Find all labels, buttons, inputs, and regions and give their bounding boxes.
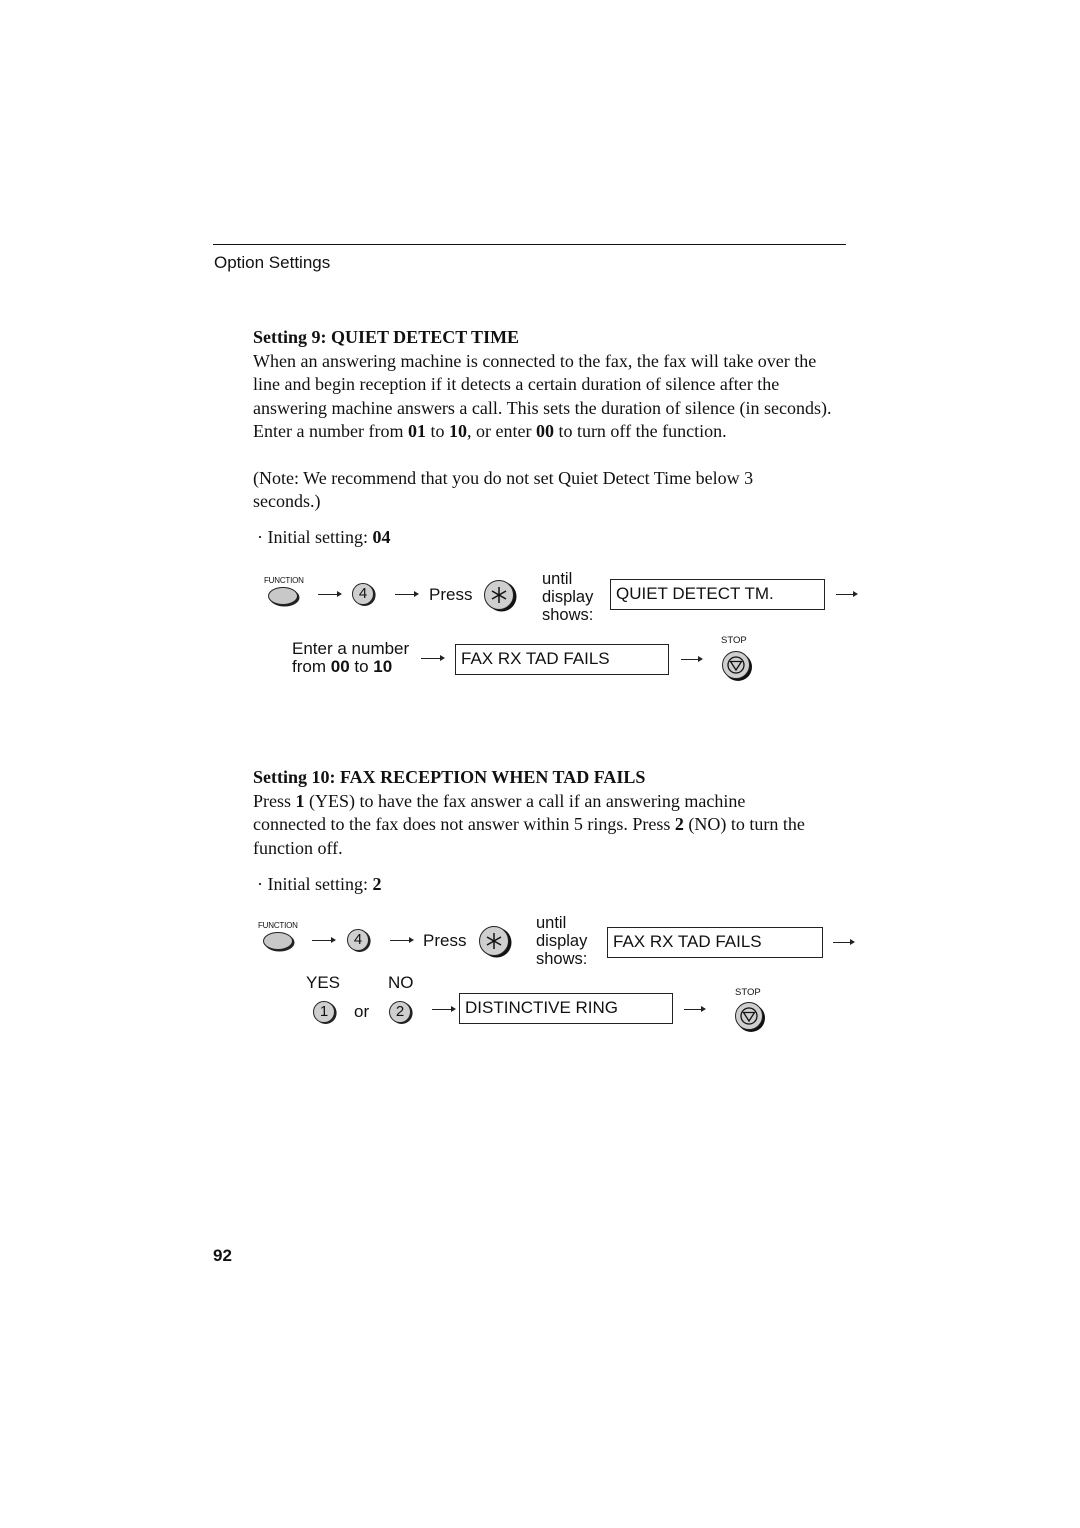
bold-value: 1 [295, 791, 305, 811]
text: , or enter [466, 421, 536, 442]
arrow-icon [432, 1006, 456, 1013]
star-key-icon [479, 926, 509, 956]
bold-value: 01 [407, 421, 426, 442]
arrow-icon [833, 939, 855, 946]
enter-number-instruction: Enter a number from 00 to 10 [292, 640, 409, 676]
function-key-icon [263, 932, 293, 950]
no-label: NO [388, 973, 414, 992]
header-rule [213, 244, 846, 245]
setting-10-description: Press 1 (YES) to have the fax answer a c… [253, 790, 813, 860]
enter-number-text: Enter a number [292, 639, 410, 658]
shows-text: shows: [542, 606, 594, 624]
arrow-icon [312, 937, 336, 944]
digit-key-2: 2 [389, 1001, 411, 1023]
bullet: · [257, 527, 268, 547]
stop-key-icon [722, 651, 750, 679]
arrow-icon [681, 656, 703, 663]
digit-key-4: 4 [347, 929, 369, 951]
digit-key-1: 1 [313, 1001, 335, 1023]
digit-key-4: 4 [352, 583, 374, 605]
text: to turn off the function. [553, 421, 727, 442]
bold-value: 00 [330, 657, 350, 676]
bold-value: 2 [674, 814, 684, 835]
setting-9-description: When an answering machine is connected t… [253, 350, 833, 444]
page-number: 92 [213, 1246, 232, 1265]
initial-setting-value: 04 [372, 527, 391, 547]
setting-10-heading: Setting 10: FAX RECEPTION WHEN TAD FAILS [253, 767, 646, 787]
text: from [292, 657, 331, 676]
section-title: Option Settings [214, 253, 331, 272]
until-text: until [536, 914, 567, 932]
stop-key-label: STOP [721, 635, 747, 646]
until-text: until [542, 570, 573, 588]
text: to [349, 657, 374, 676]
bold-value: 10 [373, 657, 393, 676]
text: Press [253, 791, 296, 811]
arrow-icon [421, 655, 445, 662]
display-text: display [536, 932, 588, 950]
or-label: or [354, 1002, 370, 1021]
range-text: from 00 to 10 [292, 658, 409, 676]
initial-setting-label: Initial setting: [267, 874, 373, 894]
setting-10-initial: · Initial setting: 2 [257, 874, 382, 895]
arrow-icon [390, 937, 414, 944]
arrow-icon [684, 1006, 706, 1013]
stop-key-icon [735, 1002, 763, 1030]
text: to [425, 421, 449, 442]
lcd-display-quiet-detect: QUIET DETECT TM. [610, 579, 825, 610]
star-key-icon [484, 580, 514, 610]
function-key-label: FUNCTION [264, 576, 304, 585]
stop-key-label: STOP [735, 987, 761, 998]
press-label: Press [423, 931, 467, 950]
press-label: Press [429, 585, 473, 604]
bold-value: 00 [535, 421, 554, 442]
bullet: · [257, 874, 268, 894]
text: (YES) to have the fax answer a call if a… [253, 791, 746, 835]
yes-label: YES [306, 973, 341, 992]
lcd-display-distinctive-ring: DISTINCTIVE RING [459, 993, 673, 1024]
arrow-icon [836, 591, 858, 598]
arrow-icon [395, 591, 419, 598]
lcd-display-fax-rx-tad-fails: FAX RX TAD FAILS [607, 927, 823, 958]
bold-value: 10 [448, 421, 467, 442]
shows-text: shows: [536, 950, 588, 968]
setting-9-initial: · Initial setting: 04 [257, 527, 391, 548]
until-display-shows-label: until display shows: [536, 914, 587, 968]
initial-setting-label: Initial setting: [267, 527, 373, 547]
function-key-label: FUNCTION [258, 921, 298, 930]
setting-9-note: (Note: We recommend that you do not set … [253, 468, 754, 512]
setting-9-heading: Setting 9: QUIET DETECT TIME [253, 327, 520, 347]
lcd-display-fax-rx-tad-fails: FAX RX TAD FAILS [455, 644, 669, 675]
initial-setting-value: 2 [372, 874, 382, 894]
display-text: display [542, 588, 594, 606]
function-key-icon [268, 587, 298, 605]
arrow-icon [318, 591, 342, 598]
until-display-shows-label: until display shows: [542, 570, 593, 624]
